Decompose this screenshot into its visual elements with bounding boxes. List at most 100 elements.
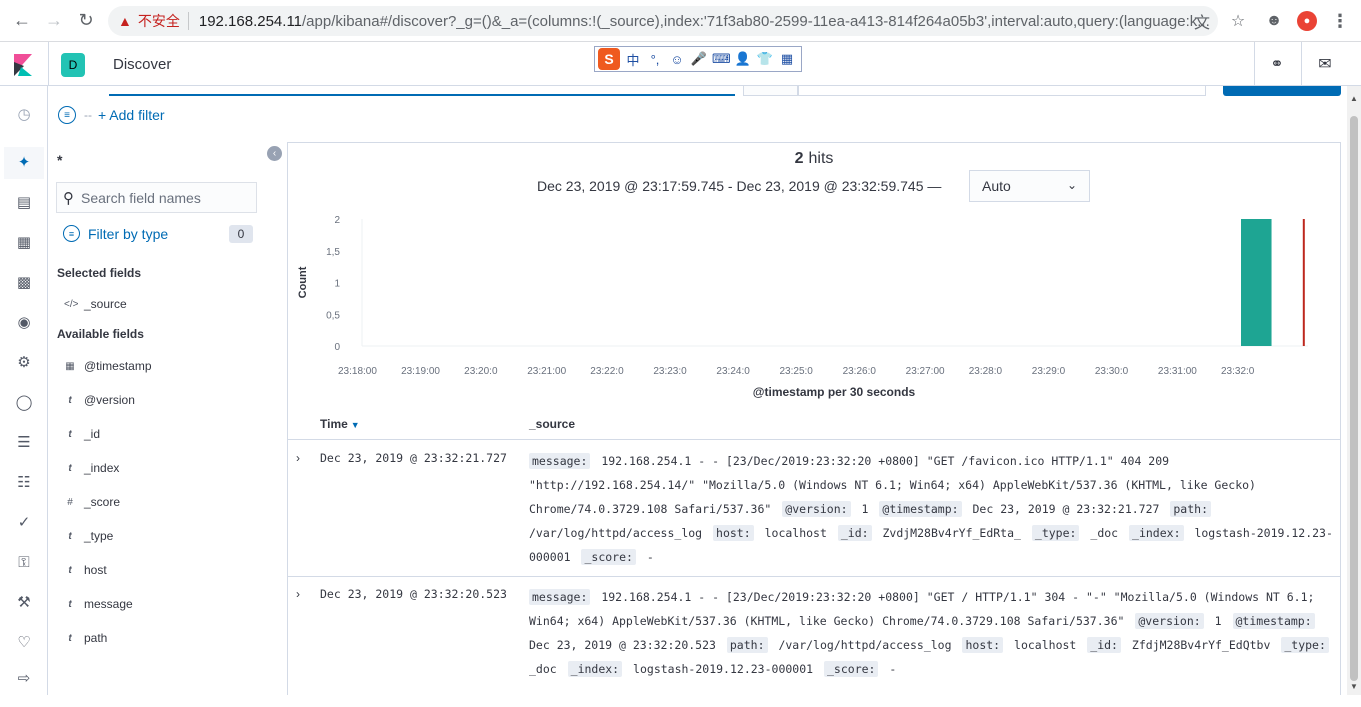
source-field-key: @timestamp: (879, 501, 962, 517)
expand-row-icon[interactable]: › (296, 451, 300, 465)
ime-toolbar: S 中 °, ☺ 🎤 ⌨ 👤 👕 ▦ (594, 46, 802, 72)
profile-avatar-icon[interactable]: ● (1297, 11, 1317, 31)
breadcrumb: Discover (113, 56, 172, 73)
query-bar (48, 86, 1361, 98)
interval-select[interactable]: Auto ⌄ (969, 170, 1090, 202)
recently-viewed-icon[interactable]: ◷ (14, 104, 34, 124)
infrastructure-icon[interactable]: ◯ (14, 392, 34, 412)
expand-row-icon[interactable]: › (296, 587, 300, 601)
ime-logo-icon[interactable]: S (598, 48, 620, 70)
index-pattern-selector[interactable]: * (57, 152, 62, 168)
siem-lock-icon[interactable]: ⚿ (14, 552, 34, 572)
filter-count-badge: 0 (229, 225, 253, 243)
field-item-source[interactable]: </> _source (64, 297, 127, 311)
source-field-key: _index: (1129, 525, 1184, 541)
ime-punctuation-icon[interactable]: °, (646, 52, 664, 67)
ime-skin-icon[interactable]: 👕 (756, 51, 774, 67)
dashboard-icon[interactable]: ▦ (14, 232, 34, 252)
monitoring-heart-icon[interactable]: ♡ (14, 632, 34, 652)
string-type-icon: t (68, 462, 72, 474)
account-icon[interactable]: ☻ (1261, 8, 1287, 34)
visualize-icon[interactable]: ▤ (14, 192, 34, 212)
collapse-sidebar-icon[interactable]: ‹ (267, 146, 282, 161)
collapse-nav-icon[interactable]: ⇨ (14, 668, 34, 688)
address-bar[interactable]: ▲ 不安全 192.168.254.11 /app/kibana#/discov… (108, 6, 1218, 36)
scroll-down-icon[interactable]: ▼ (1350, 682, 1358, 691)
field-item-message[interactable]: t message (64, 597, 132, 611)
discover-compass-icon[interactable]: ✦ (14, 152, 34, 172)
ime-keyboard-icon[interactable]: ⌨ (712, 51, 731, 67)
field-item-index[interactable]: t _index (64, 461, 119, 475)
field-item-host[interactable]: t host (64, 563, 107, 577)
interval-value: Auto (982, 178, 1011, 194)
source-field-value: _doc (529, 662, 557, 676)
table-header: Time ▼ _source (288, 413, 1340, 440)
y-tick-label: 0 (334, 342, 340, 353)
source-column-header: _source (529, 417, 576, 431)
page-scrollbar[interactable]: ▲ ▼ (1347, 86, 1361, 695)
translate-icon[interactable]: 文 (1189, 8, 1215, 34)
table-row[interactable]: › Dec 23, 2019 @ 23:32:20.523 message: 1… (288, 577, 1340, 707)
space-avatar[interactable]: D (61, 53, 85, 77)
field-search-input[interactable]: ⚲ Search field names (56, 182, 257, 213)
dev-tools-icon[interactable]: ⚒ (14, 592, 34, 612)
field-name: _score (84, 495, 121, 509)
scroll-thumb[interactable] (1350, 116, 1358, 681)
apm-icon[interactable]: ☷ (14, 472, 34, 492)
filter-options-icon[interactable]: ≡ (58, 106, 76, 124)
forward-arrow-icon[interactable]: → (40, 7, 68, 35)
source-field-key: path: (726, 637, 768, 653)
mail-icon[interactable]: ✉ (1315, 54, 1335, 74)
field-name: host (84, 563, 107, 577)
canvas-icon[interactable]: ▩ (14, 272, 34, 292)
help-icon[interactable]: ⚭ (1267, 54, 1287, 74)
field-item-id[interactable]: t _id (64, 427, 100, 441)
field-item-type[interactable]: t _type (64, 529, 113, 543)
date-quick-menu-button[interactable] (743, 86, 798, 96)
bookmark-star-icon[interactable]: ☆ (1225, 8, 1251, 34)
menu-kebab-icon[interactable]: ⋮ (1327, 8, 1353, 34)
field-item-timestamp[interactable]: ▦ @timestamp (64, 359, 152, 373)
sort-down-icon[interactable]: ▼ (351, 420, 360, 430)
back-arrow-icon[interactable]: ← (8, 7, 36, 35)
kibana-logo-icon[interactable] (12, 54, 34, 76)
add-filter-button[interactable]: + Add filter (98, 107, 165, 123)
date-range-field[interactable] (798, 86, 1206, 96)
refresh-button[interactable] (1223, 86, 1341, 96)
table-row[interactable]: › Dec 23, 2019 @ 23:32:21.727 message: 1… (288, 441, 1340, 577)
logs-icon[interactable]: ☰ (14, 432, 34, 452)
warning-icon: ▲ (118, 13, 132, 29)
ime-emoji-icon[interactable]: ☺ (668, 52, 686, 67)
filter-type-icon: ≡ (63, 225, 80, 242)
source-field-key: _score: (824, 661, 879, 677)
field-item-path[interactable]: t path (64, 631, 107, 645)
histogram-chart[interactable]: 2 1,5 1 0,5 0 Count 23:18:00 23:19:00 23:20:0 23:… (288, 203, 1340, 408)
histogram-bar (1241, 219, 1272, 346)
scroll-up-icon[interactable]: ▲ (1350, 94, 1358, 103)
machine-learning-icon[interactable]: ⚙ (14, 352, 34, 372)
y-tick-label: 1 (334, 279, 340, 290)
ime-voice-icon[interactable]: 🎤 (690, 51, 708, 67)
filter-bar: ≡ -- + Add filter (58, 106, 165, 124)
source-field-value: - (646, 550, 654, 564)
source-field-value: localhost (764, 526, 827, 540)
query-input[interactable] (109, 86, 735, 96)
source-field-key: _id: (1087, 637, 1121, 653)
source-field-key: @timestamp: (1232, 613, 1315, 629)
filter-by-type-button[interactable]: ≡ Filter by type 0 (63, 225, 253, 243)
field-name: _source (84, 297, 127, 311)
maps-icon[interactable]: ◉ (14, 312, 34, 332)
field-item-score[interactable]: # _score (64, 495, 120, 509)
code-icon: </> (64, 298, 79, 310)
field-name: @timestamp (84, 359, 152, 373)
reload-icon[interactable]: ↻ (72, 7, 100, 35)
source-field-value: - (889, 662, 897, 676)
field-item-version[interactable]: t @version (64, 393, 135, 407)
x-tick-label: 23:19:00 (401, 366, 440, 377)
uptime-icon[interactable]: ✓ (14, 512, 34, 532)
ime-user-icon[interactable]: 👤 (734, 51, 752, 67)
ime-language-toggle[interactable]: 中 (624, 50, 642, 69)
time-column-header[interactable]: Time ▼ (320, 417, 360, 431)
ime-toolbox-icon[interactable]: ▦ (778, 51, 796, 67)
field-search-placeholder: Search field names (81, 189, 201, 206)
